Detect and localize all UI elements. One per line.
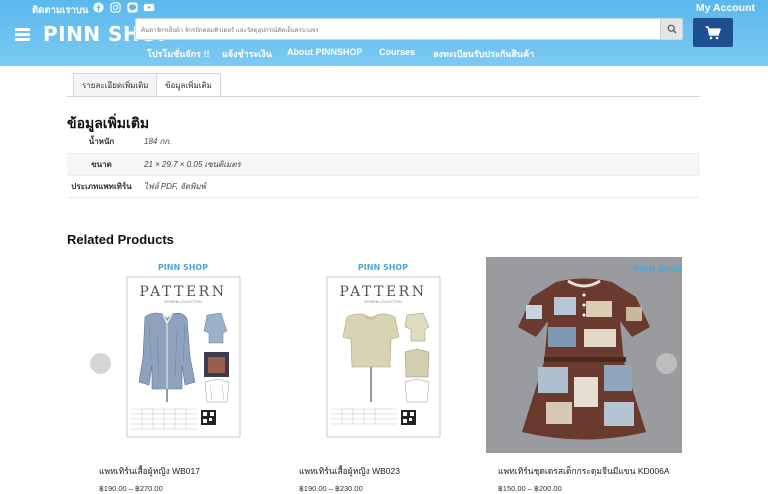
tab-description[interactable]: รายละเอียดเพิ่มเติม <box>73 73 158 96</box>
attribute-value: 184 กก. <box>144 137 172 147</box>
site-header: ติดตามเราบน My Account PINN SHOP ค้นหาจั… <box>0 0 768 66</box>
nav-item-promotion[interactable]: โปรโมชั่นจักร !! <box>147 47 209 61</box>
attribute-label: น้ำหนัก <box>88 137 115 147</box>
product-image[interactable]: PINN SHOP <box>486 257 682 453</box>
attribute-row: น้ำหนัก 184 กก. <box>67 131 700 153</box>
pattern-title: PATTERN <box>340 284 427 300</box>
my-account-link[interactable]: My Account <box>696 2 755 14</box>
product-name[interactable]: แพทเทิร์นเสื้อผู้หญิง WB017 <box>99 464 200 478</box>
carousel-next-button[interactable] <box>656 353 677 374</box>
attribute-label: ประเภทแพทเทิร์น <box>71 181 132 191</box>
product-image[interactable]: PINN SHOP PATTERN WOMEN COLLECTION <box>287 257 483 453</box>
cart-button[interactable] <box>693 18 733 47</box>
attribute-label: ขนาด <box>91 159 112 169</box>
follow-us-label: ติดตามเราบน <box>32 5 89 16</box>
product-card[interactable]: PINN SHOP PATTERN WOMEN COLLECTION แพทเท… <box>87 257 283 493</box>
facebook-icon[interactable] <box>93 2 104 13</box>
product-card[interactable]: PINN SHOP PATTERN WOMEN COLLECTION แพทเท… <box>287 257 483 493</box>
instagram-icon[interactable] <box>110 2 121 13</box>
nav-item-courses[interactable]: Courses <box>379 47 415 57</box>
nav-item-warranty[interactable]: ลงทะเบียนรับประกันสินค้า <box>433 47 534 61</box>
pattern-subtitle: WOMEN COLLECTION <box>364 300 402 304</box>
search-bar <box>135 18 683 41</box>
tab-divider <box>67 96 700 97</box>
pattern-title: PATTERN <box>140 284 227 300</box>
product-price: ฿190.00 – ฿270.00 <box>99 484 163 493</box>
menu-icon[interactable] <box>15 28 30 41</box>
brand-watermark: PINN SHOP <box>358 263 408 272</box>
tab-additional-info[interactable]: ข้อมูลเพิ่มเติม <box>156 73 221 97</box>
product-card[interactable]: PINN SHOP แพทเทิร์นชุดเดรสเด็กกระดุมจีนม… <box>486 257 682 493</box>
brand-watermark: PINN SHOP <box>633 265 682 274</box>
product-name[interactable]: แพทเทิร์นเสื้อผู้หญิง WB023 <box>299 464 400 478</box>
brand-watermark: PINN SHOP <box>158 263 208 272</box>
related-products-title: Related Products <box>67 232 174 247</box>
cart-icon <box>705 25 721 39</box>
pattern-subtitle: WOMEN COLLECTION <box>164 300 202 304</box>
carousel-prev-button[interactable] <box>90 353 111 374</box>
search-button[interactable] <box>660 19 682 39</box>
attributes-table: น้ำหนัก 184 กก. ขนาด 21 × 29.7 × 0.05 เซ… <box>67 131 700 198</box>
product-price: ฿150.00 – ฿200.00 <box>498 484 562 493</box>
attribute-value: ไฟล์ PDF, จัดพิมพ์ <box>144 181 206 191</box>
line-icon[interactable] <box>127 2 138 13</box>
search-icon <box>667 24 676 34</box>
nav-item-payment[interactable]: แจ้งชำระเงิน <box>222 47 272 61</box>
product-image[interactable]: PINN SHOP PATTERN WOMEN COLLECTION <box>87 257 283 453</box>
attribute-value: 21 × 29.7 × 0.05 เซนติเมตร <box>144 159 241 169</box>
attribute-row: ประเภทแพทเทิร์น ไฟล์ PDF, จัดพิมพ์ <box>67 175 700 197</box>
nav-item-about[interactable]: About PINNSHOP <box>287 47 363 57</box>
product-price: ฿190.00 – ฿230.00 <box>299 484 363 493</box>
attribute-row: ขนาด 21 × 29.7 × 0.05 เซนติเมตร <box>67 153 700 175</box>
search-input[interactable] <box>136 21 656 41</box>
youtube-icon[interactable] <box>143 2 155 13</box>
product-name[interactable]: แพทเทิร์นชุดเดรสเด็กกระดุมจีนมีแขน KD006… <box>498 464 670 478</box>
